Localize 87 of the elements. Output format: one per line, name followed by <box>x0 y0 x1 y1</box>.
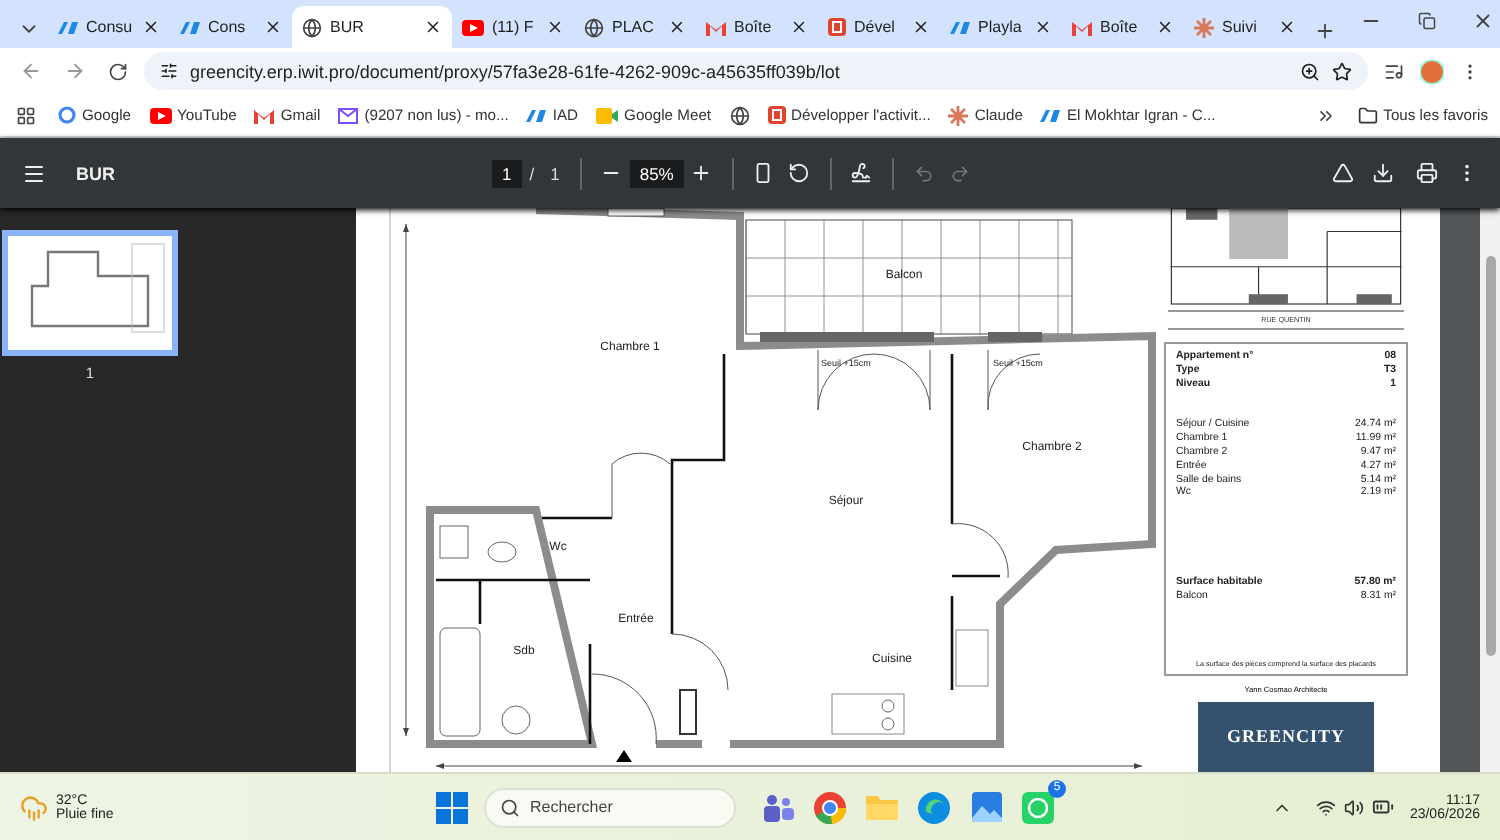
redo-button[interactable] <box>949 163 970 183</box>
site-settings-icon[interactable] <box>160 62 178 80</box>
photo-icon <box>971 792 1001 822</box>
close-icon[interactable] <box>1034 18 1052 36</box>
youtube-icon <box>149 107 171 123</box>
folder-icon <box>1357 105 1378 125</box>
volume-icon <box>1343 797 1364 817</box>
undo-button[interactable] <box>913 163 934 183</box>
iad-logo-icon <box>58 19 78 35</box>
close-icon[interactable] <box>142 18 160 36</box>
bookmark-star-icon[interactable] <box>1332 61 1352 81</box>
start-button[interactable] <box>436 791 468 823</box>
close-icon[interactable] <box>264 18 282 36</box>
gmail-icon <box>1072 19 1092 35</box>
close-icon[interactable] <box>1156 18 1174 36</box>
new-tab-button[interactable] <box>1313 19 1335 41</box>
zoom-in-button[interactable] <box>690 162 713 184</box>
browser-tab[interactable]: Dével <box>818 6 940 48</box>
page-count: 1 <box>550 163 560 183</box>
close-icon[interactable] <box>424 18 442 36</box>
back-button[interactable] <box>19 60 41 82</box>
page-thumbnail[interactable] <box>2 230 178 356</box>
browser-tab[interactable]: Boîte <box>696 6 818 48</box>
browser-tab[interactable]: BUR <box>292 6 452 48</box>
starburst-icon <box>948 105 969 125</box>
browser-tab[interactable]: Cons <box>170 6 292 48</box>
browser-tab[interactable]: Boîte <box>1062 6 1184 48</box>
close-icon[interactable] <box>1278 18 1296 36</box>
youtube-icon <box>462 19 484 35</box>
search-icon <box>500 797 520 817</box>
taskbar-search-field[interactable]: Rechercher <box>484 787 736 827</box>
address-bar[interactable]: greencity.erp.iwit.pro/document/proxy/57fa3e28-61fe-4262-909c-a45635ff039b/lot <box>144 52 1368 90</box>
envelope-icon <box>338 107 359 123</box>
swirl-icon <box>918 791 950 823</box>
browser-tab[interactable]: Consu <box>48 6 170 48</box>
iad-logo-icon <box>526 107 547 123</box>
people-icon <box>762 793 794 821</box>
company-logo: GREENCITY <box>1198 701 1374 772</box>
fit-page-button[interactable] <box>752 162 775 184</box>
restore-button[interactable] <box>1417 11 1435 29</box>
close-icon[interactable] <box>546 18 564 36</box>
print-button[interactable] <box>1415 162 1437 184</box>
drive-button[interactable] <box>1331 162 1353 184</box>
page-separator: / <box>529 163 535 183</box>
browser-tab[interactable]: Playla <box>940 6 1062 48</box>
document-icon <box>767 106 786 124</box>
wifi-icon <box>1315 797 1336 817</box>
close-icon[interactable] <box>668 18 686 36</box>
media-control-button[interactable] <box>1384 61 1404 81</box>
close-button[interactable] <box>1471 9 1493 31</box>
browser-tab[interactable]: Suivi <box>1184 6 1306 48</box>
gmail-icon <box>254 107 275 123</box>
starburst-icon <box>1194 17 1214 37</box>
close-icon[interactable] <box>790 18 808 36</box>
video-camera-icon <box>596 107 619 123</box>
folder-icon <box>866 794 898 820</box>
reload-button[interactable] <box>108 61 128 81</box>
iad-logo-icon <box>1040 107 1061 123</box>
browser-icon <box>814 791 846 823</box>
rotate-button[interactable] <box>788 162 811 184</box>
profile-avatar <box>1420 59 1444 83</box>
google-icon <box>58 106 76 124</box>
browser-tab[interactable]: PLAC <box>574 6 696 48</box>
page-number-field[interactable]: 1 <box>492 159 522 187</box>
apps-button[interactable] <box>16 105 36 125</box>
globe-icon <box>729 105 750 125</box>
gmail-icon <box>706 19 726 35</box>
globe-icon <box>302 17 322 37</box>
close-icon[interactable] <box>912 18 930 36</box>
zoom-icon[interactable] <box>1300 61 1320 81</box>
download-button[interactable] <box>1371 162 1393 184</box>
iad-logo-icon <box>180 19 200 35</box>
sidebar-menu-button[interactable] <box>22 161 46 185</box>
annotate-button[interactable] <box>850 162 873 184</box>
iad-logo-icon <box>950 19 970 35</box>
forward-button[interactable] <box>63 60 85 82</box>
document-title: BUR <box>76 163 117 183</box>
weather-icon <box>20 793 48 821</box>
bookmark-item[interactable] <box>729 105 750 125</box>
globe-icon <box>584 17 604 37</box>
document-icon <box>828 18 846 36</box>
chat-icon <box>1022 791 1054 823</box>
zoom-field[interactable]: 85% <box>629 159 684 187</box>
battery-icon <box>1371 796 1394 818</box>
url-text: greencity.erp.iwit.pro/document/proxy/57fa3e28-61fe-4262-909c-a45635ff039b/lot <box>190 61 840 81</box>
more-bookmarks-button[interactable] <box>1315 105 1336 125</box>
browser-tab[interactable]: (11) F <box>452 6 574 48</box>
